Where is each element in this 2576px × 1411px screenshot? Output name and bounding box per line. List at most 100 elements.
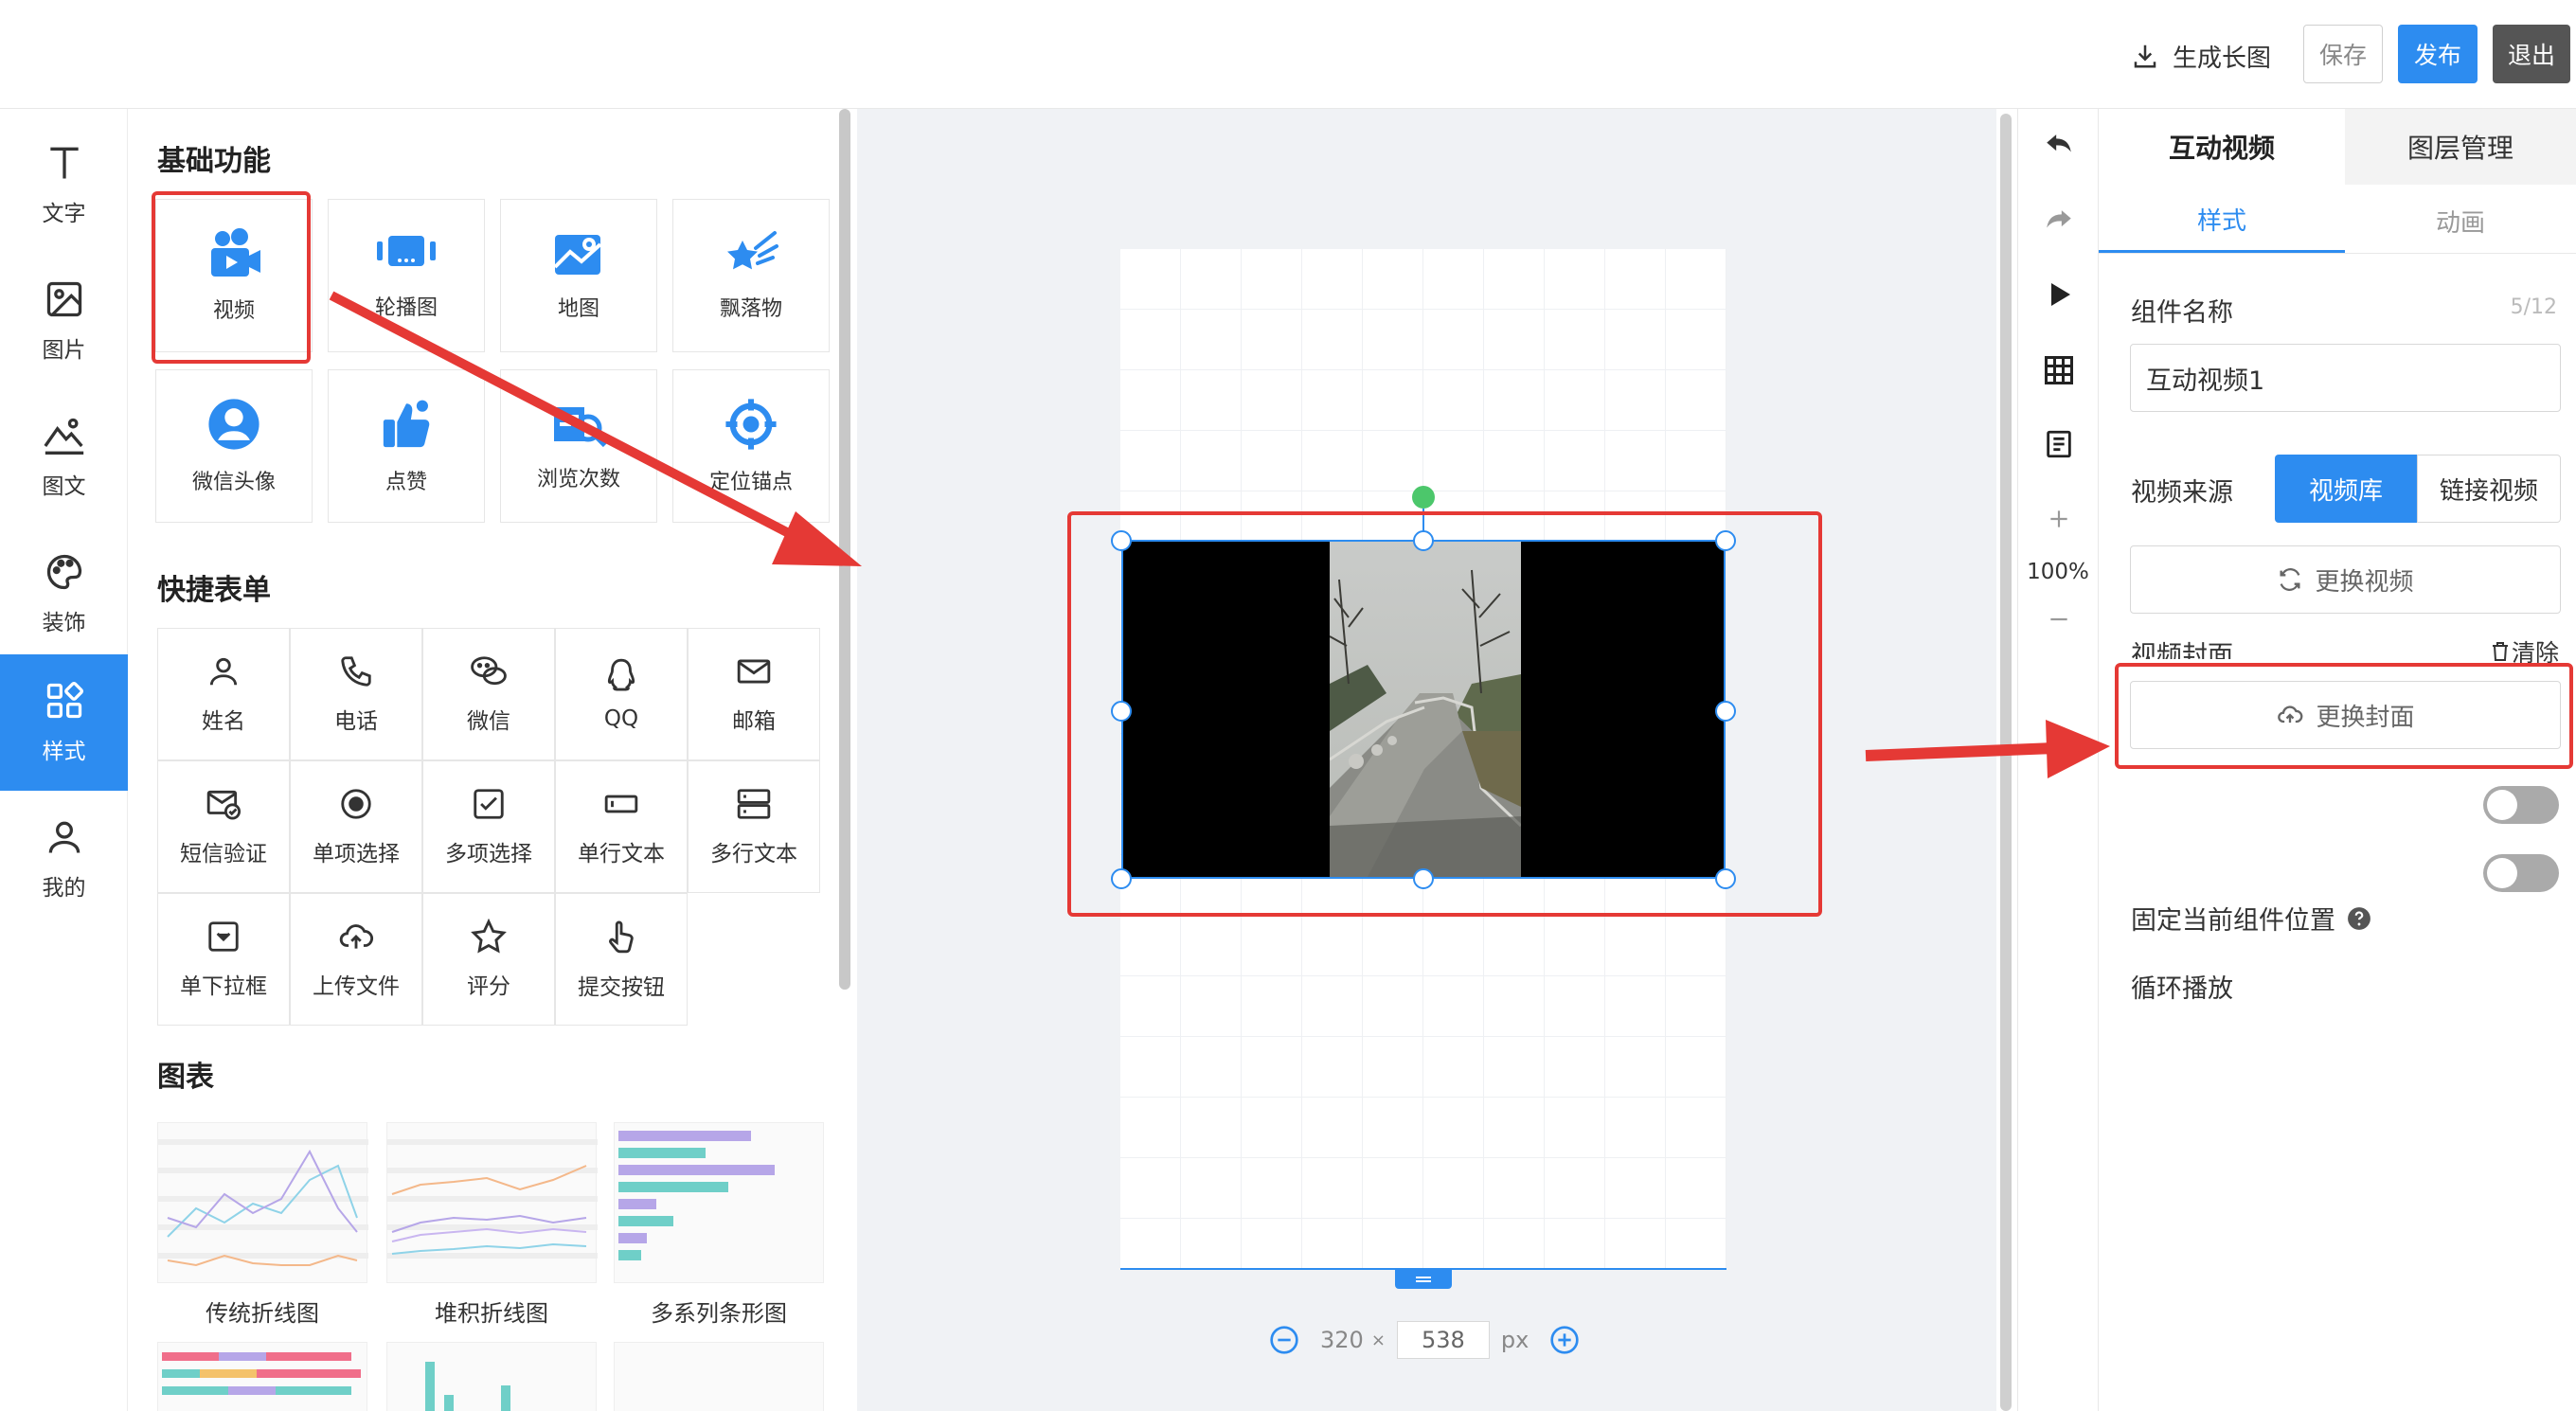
- column-chart-thumbnail: [425, 1362, 510, 1411]
- chart-thumb-line[interactable]: [157, 1122, 368, 1283]
- form-item-phone[interactable]: 电话: [290, 628, 422, 760]
- zoom-in-icon[interactable]: [1549, 1325, 1580, 1355]
- panel-scrollbar[interactable]: [839, 109, 850, 990]
- form-item-multi-line[interactable]: 多行文本: [688, 760, 820, 893]
- carousel-icon: [377, 236, 436, 266]
- component-falling[interactable]: 飘落物: [672, 199, 830, 352]
- zoom-out-tool[interactable]: [2018, 607, 2100, 632]
- subtab-animation[interactable]: 动画: [2345, 188, 2576, 253]
- form-item-email[interactable]: 邮箱: [688, 628, 820, 760]
- undo-button[interactable]: [2018, 128, 2100, 160]
- nav-item-decoration[interactable]: 装饰: [0, 526, 128, 662]
- help-icon[interactable]: [2347, 906, 2371, 931]
- form-item-radio[interactable]: 单项选择: [290, 760, 422, 893]
- form-item-wechat[interactable]: 微信: [422, 628, 555, 760]
- save-button[interactable]: 保存: [2303, 25, 2383, 83]
- component-view-count[interactable]: 浏览次数: [500, 369, 657, 523]
- resize-handle-right[interactable]: [1715, 701, 1736, 722]
- page-settings-button[interactable]: [2018, 427, 2100, 461]
- mail-icon: [737, 659, 771, 684]
- zoom-level: 100%: [2027, 560, 2089, 584]
- form-item-single-line[interactable]: 单行文本: [555, 760, 688, 893]
- chart-thumb-stacked-line[interactable]: [386, 1122, 598, 1283]
- resize-handle-left[interactable]: [1111, 701, 1132, 722]
- video-component[interactable]: [1121, 540, 1726, 879]
- form-item-upload[interactable]: 上传文件: [290, 893, 422, 1026]
- video-source-label: 视频来源: [2131, 478, 2233, 508]
- tab-layer-management[interactable]: 图层管理: [2345, 109, 2576, 185]
- nav-item-text[interactable]: 文字: [0, 116, 128, 253]
- source-video-library-button[interactable]: 视频库: [2275, 455, 2417, 523]
- form-item-label: 上传文件: [313, 974, 400, 999]
- change-cover-button[interactable]: 更换封面: [2130, 681, 2561, 749]
- component-video[interactable]: 视频: [155, 199, 313, 352]
- source-link-video-button[interactable]: 链接视频: [2417, 455, 2561, 523]
- component-wechat-avatar[interactable]: 微信头像: [155, 369, 313, 523]
- chart-thumb-multi-bar[interactable]: [614, 1122, 824, 1283]
- size-times: ×: [1370, 1330, 1386, 1350]
- resize-handle-top-right[interactable]: [1715, 530, 1736, 551]
- component-label: 浏览次数: [536, 468, 620, 491]
- cloud-upload-icon: [339, 924, 374, 949]
- nav-item-style[interactable]: 样式: [0, 654, 128, 791]
- form-item-name[interactable]: 姓名: [157, 628, 290, 760]
- form-item-dropdown[interactable]: 单下拉框: [157, 893, 290, 1026]
- resize-handle-bottom-left[interactable]: [1111, 868, 1132, 889]
- nav-label-text: 文字: [42, 202, 86, 226]
- grid-toggle-button[interactable]: [2018, 353, 2100, 387]
- subtab-style[interactable]: 样式: [2099, 188, 2345, 253]
- nav-item-image[interactable]: 图片: [0, 253, 128, 389]
- grid-style-icon: [46, 681, 83, 719]
- resize-handle-bottom-right[interactable]: [1715, 868, 1736, 889]
- component-anchor[interactable]: 定位锚点: [672, 369, 830, 523]
- loop-play-toggle[interactable]: [2483, 854, 2559, 892]
- user-icon: [48, 821, 80, 853]
- image-icon: [46, 281, 81, 317]
- scenery-image: [1330, 542, 1521, 877]
- document-icon: [2047, 430, 2071, 458]
- resize-handle-top[interactable]: [1413, 530, 1434, 551]
- component-carousel[interactable]: 轮播图: [328, 199, 485, 352]
- redo-button[interactable]: [2018, 204, 2100, 236]
- exit-button[interactable]: 退出: [2493, 25, 2570, 83]
- change-video-button[interactable]: 更换视频: [2130, 545, 2561, 614]
- rotate-handle[interactable]: [1412, 486, 1435, 509]
- fixed-position-row: 固定当前组件位置: [2131, 900, 2371, 937]
- publish-button[interactable]: 发布: [2398, 25, 2478, 83]
- component-like[interactable]: 点赞: [328, 369, 485, 523]
- component-map[interactable]: 地图: [500, 199, 657, 352]
- preview-button[interactable]: [2018, 279, 2100, 310]
- nav-item-mine[interactable]: 我的: [0, 791, 128, 927]
- resize-handle-bottom[interactable]: [1413, 868, 1434, 889]
- form-item-checkbox[interactable]: 多项选择: [422, 760, 555, 893]
- change-cover-label: 更换封面: [2316, 703, 2415, 732]
- canvas-height-input[interactable]: 538: [1396, 1321, 1490, 1359]
- zoom-in-tool[interactable]: [2018, 507, 2100, 531]
- stacked-bar-chart-thumbnail: [162, 1352, 361, 1395]
- grid-icon: [2045, 356, 2073, 384]
- video-camera-icon: [211, 228, 260, 277]
- chart-thumb-stacked-bar[interactable]: [157, 1342, 367, 1411]
- wechat-icon: [471, 656, 507, 686]
- form-item-rating[interactable]: 评分: [422, 893, 555, 1026]
- view-count-icon: [554, 407, 607, 448]
- fixed-position-toggle[interactable]: [2483, 786, 2559, 824]
- tab-interactive-video[interactable]: 互动视频: [2099, 109, 2345, 185]
- canvas-scrollbar[interactable]: [2000, 114, 2012, 1411]
- chart-thumb-other[interactable]: [614, 1342, 824, 1411]
- form-item-label: 微信: [467, 709, 510, 734]
- chart-thumb-column[interactable]: [386, 1342, 597, 1411]
- generate-long-image-button[interactable]: 生成长图: [2131, 34, 2271, 78]
- zoom-out-icon[interactable]: [1269, 1325, 1299, 1355]
- component-panel: 基础功能 视频 轮播图 地图 飘落物 微信头像 点赞 浏览次数 定位锚点 快捷表…: [129, 109, 856, 1411]
- nav-item-image-text[interactable]: 图文: [0, 389, 128, 526]
- form-item-submit[interactable]: 提交按钮: [555, 893, 688, 1026]
- form-item-label: 邮箱: [732, 709, 776, 734]
- canvas-height-handle[interactable]: [1395, 1270, 1452, 1289]
- clear-cover-button[interactable]: 清除: [2489, 634, 2559, 669]
- component-name-input[interactable]: 互动视频1: [2130, 344, 2561, 412]
- resize-handle-top-left[interactable]: [1111, 530, 1132, 551]
- form-item-qq[interactable]: QQ: [555, 628, 688, 760]
- form-item-sms[interactable]: 短信验证: [157, 760, 290, 893]
- multi-bar-chart-thumbnail: [618, 1131, 775, 1260]
